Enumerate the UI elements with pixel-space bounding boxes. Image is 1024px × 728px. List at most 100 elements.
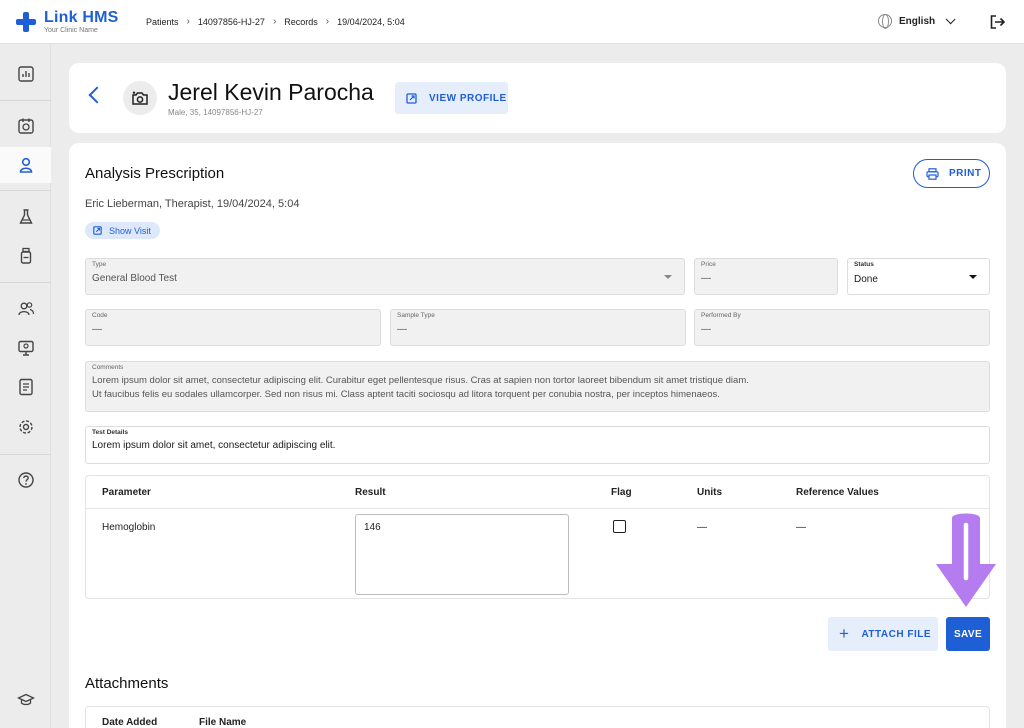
camera-add-icon: [132, 91, 148, 105]
breadcrumb: Patients › 14097856-HJ-27 › Records › 19…: [146, 16, 405, 27]
test-details-field[interactable]: Test Details Lorem ipsum dolor sit amet,…: [85, 426, 990, 464]
breadcrumb-patients[interactable]: Patients: [146, 17, 179, 27]
sidebar-item-patients[interactable]: [0, 147, 51, 183]
attachments-title: Attachments: [85, 675, 169, 692]
status-select[interactable]: Status Done: [847, 258, 990, 295]
units-cell: —: [697, 522, 707, 533]
attachments-table: Date Added File Name: [85, 706, 990, 728]
status-value: Done: [854, 274, 878, 285]
performed-by-value: —: [701, 324, 711, 335]
chevron-right-icon: ›: [272, 16, 277, 27]
type-select[interactable]: Type General Blood Test: [85, 258, 685, 295]
chevron-right-icon: ›: [186, 16, 190, 27]
open-external-icon: [93, 226, 102, 235]
status-label: Status: [854, 261, 874, 268]
view-profile-label: VIEW PROFILE: [429, 92, 507, 104]
sidebar-item-settings[interactable]: [0, 409, 51, 445]
back-arrow-icon[interactable]: [88, 86, 106, 104]
open-external-icon: [406, 92, 417, 104]
sidebar-item-pharmacy[interactable]: [0, 238, 51, 274]
show-visit-chip[interactable]: Show Visit: [85, 222, 160, 239]
brand-cross-icon: [16, 12, 36, 32]
chevron-down-icon: [945, 13, 956, 24]
performed-by-field[interactable]: Performed By —: [694, 309, 990, 346]
patient-name: Jerel Kevin Parocha: [168, 79, 374, 105]
report-icon: [18, 378, 33, 396]
sample-type-label: Sample Type: [397, 312, 435, 319]
column-header-reference: Reference Values: [796, 487, 879, 498]
price-label: Price: [701, 261, 716, 268]
logout-icon[interactable]: [990, 15, 1006, 29]
column-header-date-added: Date Added: [102, 717, 158, 728]
comments-label: Comments: [92, 364, 124, 371]
sidebar: [0, 44, 51, 728]
breadcrumb-record-date: 19/04/2024, 5:04: [337, 16, 405, 27]
column-header-file-name: File Name: [199, 717, 247, 728]
test-details-value: Lorem ipsum dolor sit amet, consectetur …: [92, 440, 336, 451]
plus-icon: +: [839, 624, 850, 643]
code-label: Code: [92, 312, 108, 319]
staff-icon: [17, 302, 34, 316]
parameter-cell: Hemoglobin: [102, 522, 156, 533]
column-header-units: Units: [697, 487, 722, 498]
sample-type-field[interactable]: Sample Type —: [390, 309, 686, 346]
medicine-bottle-icon: [20, 247, 31, 264]
dashboard-icon: [17, 66, 34, 82]
printer-icon: [926, 167, 939, 180]
down-arrow-annotation-icon: [936, 513, 996, 607]
column-header-parameter: Parameter: [102, 487, 151, 498]
dropdown-arrow-icon: [664, 275, 672, 279]
monitor-icon: [17, 340, 34, 356]
reference-cell: —: [796, 522, 806, 533]
save-button[interactable]: SAVE: [946, 617, 990, 651]
sidebar-item-monitor[interactable]: [0, 330, 51, 366]
language-selector[interactable]: English: [878, 13, 956, 29]
sidebar-item-education[interactable]: [0, 682, 51, 718]
sidebar-item-reports[interactable]: [0, 369, 51, 405]
sidebar-item-laboratory[interactable]: [0, 199, 51, 235]
chevron-right-icon: ›: [325, 16, 330, 27]
education-icon: [16, 693, 35, 706]
patient-meta: Male, 35, 14097856-HJ-27: [168, 108, 263, 117]
type-label: Type: [92, 261, 107, 268]
code-field[interactable]: Code —: [85, 309, 381, 346]
patient-icon: [19, 157, 32, 173]
settings-icon: [18, 420, 33, 434]
patient-header-card: Jerel Kevin Parocha Male, 35, 14097856-H…: [69, 63, 1006, 133]
help-icon: [17, 472, 34, 488]
show-visit-label: Show Visit: [109, 225, 151, 236]
attach-file-label: ATTACH FILE: [861, 628, 931, 640]
breadcrumb-patient-id[interactable]: 14097856-HJ-27: [198, 17, 265, 27]
price-field[interactable]: Price —: [694, 258, 838, 295]
sidebar-item-dashboard[interactable]: [0, 56, 51, 92]
brand-subtitle: Your Clinic Name: [44, 27, 98, 34]
sidebar-item-calendar[interactable]: [0, 108, 51, 144]
attach-file-button[interactable]: + ATTACH FILE: [828, 617, 938, 651]
column-header-result: Result: [355, 487, 386, 498]
performed-by-label: Performed By: [701, 312, 741, 319]
avatar[interactable]: [123, 81, 157, 115]
calendar-icon: [17, 118, 34, 134]
results-table: Parameter Result Flag Units Reference Va…: [85, 475, 990, 599]
language-label: English: [899, 15, 936, 27]
print-button[interactable]: PRINT: [913, 159, 990, 188]
breadcrumb-records[interactable]: Records: [284, 17, 318, 27]
brand-logo[interactable]: Link HMS Your Clinic Name: [16, 10, 119, 34]
sidebar-item-staff[interactable]: [0, 291, 51, 327]
view-profile-button[interactable]: VIEW PROFILE: [395, 82, 508, 114]
result-input[interactable]: 146: [355, 514, 569, 595]
flag-checkbox[interactable]: [613, 520, 626, 533]
lab-flask-icon: [18, 209, 33, 224]
section-title: Analysis Prescription: [85, 165, 225, 182]
brand-name: Link HMS: [44, 9, 119, 26]
top-bar: Link HMS Your Clinic Name Patients › 140…: [0, 0, 1024, 44]
comments-text: Lorem ipsum dolor sit amet, consectetur …: [92, 375, 749, 400]
prescriber-info: Eric Lieberman, Therapist, 19/04/2024, 5…: [85, 198, 300, 210]
globe-icon: [878, 14, 892, 29]
code-value: —: [92, 324, 102, 335]
print-label: PRINT: [949, 168, 982, 179]
type-value: General Blood Test: [92, 273, 177, 284]
price-value: —: [701, 273, 711, 284]
sidebar-item-help[interactable]: [0, 462, 51, 498]
comments-field[interactable]: Comments Lorem ipsum dolor sit amet, con…: [85, 361, 990, 412]
